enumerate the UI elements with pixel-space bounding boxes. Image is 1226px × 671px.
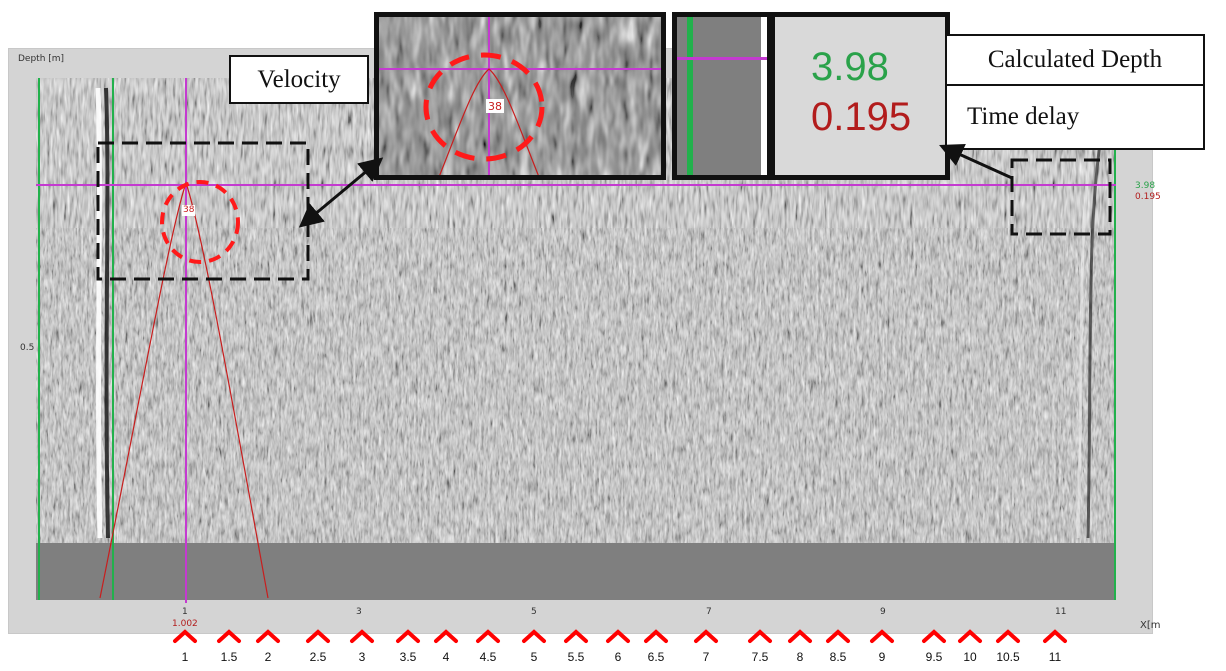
chevron-up-icon — [522, 629, 546, 643]
x-tick-1: 1 — [182, 607, 188, 617]
chevron-up-icon — [306, 629, 330, 643]
bottom-scale-label: 1.5 — [220, 650, 238, 664]
cursor-vertical-line[interactable] — [185, 78, 187, 603]
zoom-depth-value: 3.98 — [811, 45, 889, 89]
chevron-up-icon — [606, 629, 630, 643]
chevron-up-icon — [256, 629, 280, 643]
bottom-scale-label: 1 — [181, 650, 189, 664]
bottom-scale-label: 11 — [1048, 650, 1062, 664]
bottom-scale-label: 4 — [442, 650, 450, 664]
time-delay-callout: Time delay — [945, 84, 1205, 150]
bottom-scale-label: 6.5 — [647, 650, 665, 664]
bottom-scale-label: 2 — [264, 650, 272, 664]
time-delay-callout-text: Time delay — [967, 103, 1080, 130]
x-tick-11: 11 — [1055, 607, 1067, 617]
chevron-up-icon — [434, 629, 458, 643]
bottom-scale-label: 9 — [878, 650, 886, 664]
x-tick-9: 9 — [880, 607, 886, 617]
zoom-time-value: 0.195 — [811, 95, 912, 139]
chevron-up-icon — [748, 629, 772, 643]
bottom-scale-label: 2.5 — [309, 650, 327, 664]
bottom-scale-label: 10 — [963, 650, 977, 664]
readout-zoom-green-line — [687, 17, 693, 175]
depth-axis-title: Depth [m] — [18, 54, 65, 64]
bottom-scale-label: 9.5 — [925, 650, 943, 664]
bottom-scale-label: 4.5 — [479, 650, 497, 664]
cursor-horizontal-line[interactable] — [36, 184, 1116, 186]
chevron-up-icon — [922, 629, 946, 643]
bottom-scale-label: 6 — [614, 650, 622, 664]
green-boundary-inner — [112, 78, 114, 600]
bottom-scale-label: 5 — [530, 650, 538, 664]
calculated-depth-callout-text: Calculated Depth — [987, 46, 1163, 73]
chevron-up-icon — [217, 629, 241, 643]
readout-zoom-black-line — [767, 17, 775, 175]
readout-zoom-cursor-line — [677, 57, 767, 60]
chevron-up-icon — [644, 629, 668, 643]
chevron-up-icon — [476, 629, 500, 643]
chevron-up-icon — [396, 629, 420, 643]
gpr-viewer: 38 Depth [m] 0.5 3.98 0.195 1 3 5 7 9 11… — [0, 0, 1226, 671]
bottom-scale-label: 3 — [358, 650, 366, 664]
chevron-up-icon — [694, 629, 718, 643]
calculated-depth-callout: Calculated Depth — [945, 34, 1205, 86]
bottom-scale-label: 8 — [796, 650, 804, 664]
chevron-up-icon — [173, 629, 197, 643]
velocity-callout-text: Velocity — [257, 66, 341, 93]
bottom-scale-label: 7.5 — [751, 650, 769, 664]
bottom-scale-label: 8.5 — [829, 650, 847, 664]
chevron-up-icon — [958, 629, 982, 643]
chevron-up-icon — [870, 629, 894, 643]
x-axis-label: X[m — [1140, 620, 1161, 631]
bottom-scale-label: 5.5 — [567, 650, 585, 664]
bottom-scale-label: 3.5 — [399, 650, 417, 664]
bottom-scale-label: 7 — [702, 650, 710, 664]
chevron-up-icon — [996, 629, 1020, 643]
chevron-up-icon — [788, 629, 812, 643]
velocity-zoom-image: 38 — [379, 17, 661, 175]
chevron-up-icon — [564, 629, 588, 643]
chevron-up-icon — [1043, 629, 1067, 643]
depth-tick-0.5: 0.5 — [20, 343, 35, 353]
green-boundary-left — [38, 78, 40, 600]
chevron-up-icon — [826, 629, 850, 643]
green-boundary-right — [1114, 78, 1116, 600]
readout-zoom-inset: 3.98 0.195 — [672, 12, 950, 180]
velocity-callout: Velocity — [229, 55, 369, 104]
velocity-zoom-inset: 38 — [374, 12, 666, 180]
right-time-readout: 0.195 — [1135, 192, 1161, 202]
velocity-zoom-label: 38 — [488, 100, 502, 113]
x-tick-5: 5 — [531, 607, 537, 617]
right-depth-readout: 3.98 — [1135, 181, 1156, 191]
x-tick-3: 3 — [356, 607, 362, 617]
hyperbola-velocity-label: 38 — [182, 205, 196, 216]
bottom-scale-label: 10.5 — [996, 650, 1020, 664]
chevron-up-icon — [350, 629, 374, 643]
x-tick-7: 7 — [706, 607, 712, 617]
